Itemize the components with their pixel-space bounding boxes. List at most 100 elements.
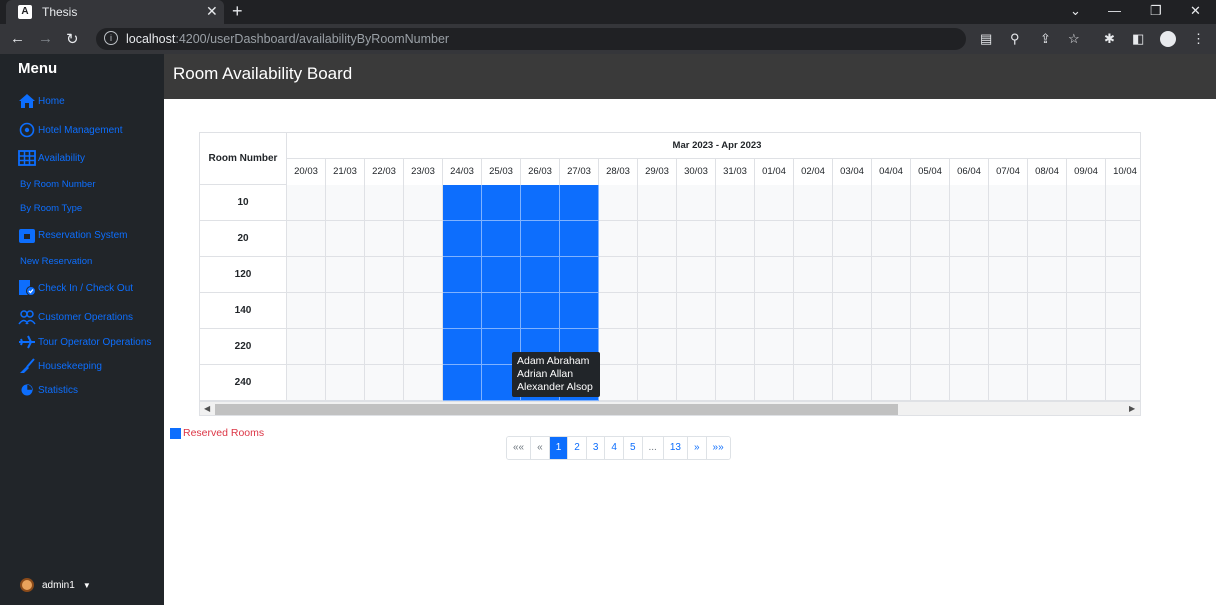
- availability-cell[interactable]: [1106, 329, 1140, 365]
- availability-cell[interactable]: [1067, 257, 1106, 293]
- availability-cell[interactable]: [911, 185, 950, 221]
- scrollbar-thumb[interactable]: [215, 404, 898, 415]
- availability-cell[interactable]: [950, 221, 989, 257]
- availability-cell[interactable]: [404, 329, 443, 365]
- availability-cell[interactable]: [872, 365, 911, 401]
- availability-cell[interactable]: [326, 293, 365, 329]
- side-panel-icon[interactable]: ◧: [1132, 31, 1144, 47]
- availability-cell[interactable]: [755, 257, 794, 293]
- reserved-cell[interactable]: [443, 329, 482, 365]
- address-bar[interactable]: i localhost:4200/userDashboard/availabil…: [96, 28, 966, 50]
- scroll-left-icon[interactable]: ◀: [204, 404, 210, 413]
- availability-cell[interactable]: [794, 365, 833, 401]
- availability-cell[interactable]: [677, 257, 716, 293]
- page-button[interactable]: 3: [586, 437, 606, 459]
- availability-cell[interactable]: [1106, 221, 1140, 257]
- sidebar-item-availability[interactable]: Availability: [18, 149, 85, 167]
- availability-cell[interactable]: [404, 365, 443, 401]
- reserved-cell[interactable]: [443, 185, 482, 221]
- sidebar-item-by-room-type[interactable]: By Room Type: [20, 203, 82, 214]
- availability-cell[interactable]: [1028, 329, 1067, 365]
- availability-cell[interactable]: [1067, 221, 1106, 257]
- new-tab-icon[interactable]: +: [232, 1, 243, 22]
- bookmark-star-icon[interactable]: ☆: [1068, 31, 1080, 47]
- availability-cell[interactable]: [1028, 365, 1067, 401]
- availability-cell[interactable]: [833, 293, 872, 329]
- availability-cell[interactable]: [950, 185, 989, 221]
- availability-cell[interactable]: [911, 221, 950, 257]
- availability-cell[interactable]: [365, 293, 404, 329]
- availability-cell[interactable]: [677, 221, 716, 257]
- restore-icon[interactable]: ❐: [1150, 3, 1162, 19]
- reserved-cell[interactable]: [443, 257, 482, 293]
- availability-cell[interactable]: [638, 293, 677, 329]
- reserved-cell[interactable]: [521, 221, 560, 257]
- page-button[interactable]: 13: [663, 437, 688, 459]
- availability-cell[interactable]: [599, 185, 638, 221]
- page-button[interactable]: 1: [549, 437, 569, 459]
- availability-cell[interactable]: [677, 293, 716, 329]
- availability-cell[interactable]: [638, 329, 677, 365]
- availability-cell[interactable]: [1028, 185, 1067, 221]
- availability-cell[interactable]: [638, 185, 677, 221]
- availability-cell[interactable]: [989, 365, 1028, 401]
- availability-cell[interactable]: [872, 329, 911, 365]
- availability-cell[interactable]: [677, 185, 716, 221]
- availability-cell[interactable]: [326, 365, 365, 401]
- availability-cell[interactable]: [872, 293, 911, 329]
- availability-cell[interactable]: [287, 221, 326, 257]
- availability-cell[interactable]: [1067, 329, 1106, 365]
- reserved-cell[interactable]: [560, 293, 599, 329]
- tab-close-icon[interactable]: ✕: [206, 3, 218, 20]
- availability-cell[interactable]: [716, 221, 755, 257]
- zoom-icon[interactable]: ⚲: [1010, 31, 1020, 47]
- availability-cell[interactable]: [287, 257, 326, 293]
- availability-cell[interactable]: [794, 293, 833, 329]
- availability-cell[interactable]: [404, 221, 443, 257]
- sidebar-item-check-in-out[interactable]: Check In / Check Out: [18, 279, 133, 297]
- close-window-icon[interactable]: ✕: [1190, 3, 1201, 19]
- availability-cell[interactable]: [1067, 185, 1106, 221]
- availability-cell[interactable]: [911, 329, 950, 365]
- first-page-button[interactable]: ««: [507, 437, 532, 459]
- availability-cell[interactable]: [794, 257, 833, 293]
- availability-cell[interactable]: [1028, 257, 1067, 293]
- availability-cell[interactable]: [365, 365, 404, 401]
- availability-cell[interactable]: [1106, 293, 1140, 329]
- availability-cell[interactable]: [599, 293, 638, 329]
- availability-cell[interactable]: [365, 221, 404, 257]
- availability-cell[interactable]: [1106, 185, 1140, 221]
- availability-cell[interactable]: [833, 257, 872, 293]
- profile-icon[interactable]: [1160, 31, 1176, 47]
- availability-cell[interactable]: [1106, 257, 1140, 293]
- reserved-cell[interactable]: [521, 257, 560, 293]
- availability-cell[interactable]: [755, 329, 794, 365]
- availability-cell[interactable]: [638, 365, 677, 401]
- availability-cell[interactable]: [794, 329, 833, 365]
- browser-tab[interactable]: A Thesis ✕: [6, 0, 224, 24]
- reserved-cell[interactable]: [443, 293, 482, 329]
- availability-cell[interactable]: [911, 365, 950, 401]
- availability-cell[interactable]: [755, 185, 794, 221]
- availability-cell[interactable]: [989, 185, 1028, 221]
- sidebar-item-tour-operator-operations[interactable]: Tour Operator Operations: [18, 333, 151, 351]
- sidebar-item-new-reservation[interactable]: New Reservation: [20, 256, 92, 267]
- availability-cell[interactable]: [950, 329, 989, 365]
- availability-cell[interactable]: [365, 185, 404, 221]
- availability-cell[interactable]: [755, 221, 794, 257]
- sidebar-item-statistics[interactable]: Statistics: [18, 381, 78, 399]
- sidebar-item-housekeeping[interactable]: Housekeeping: [18, 357, 102, 375]
- availability-cell[interactable]: [989, 257, 1028, 293]
- availability-cell[interactable]: [989, 293, 1028, 329]
- browser-menu-icon[interactable]: ⋮: [1192, 31, 1205, 47]
- availability-cell[interactable]: [872, 257, 911, 293]
- sidebar-item-home[interactable]: Home: [18, 92, 65, 110]
- availability-cell[interactable]: [599, 257, 638, 293]
- availability-cell[interactable]: [794, 185, 833, 221]
- reserved-cell[interactable]: [560, 185, 599, 221]
- availability-cell[interactable]: [677, 329, 716, 365]
- availability-cell[interactable]: [287, 185, 326, 221]
- availability-cell[interactable]: [950, 293, 989, 329]
- availability-cell[interactable]: [833, 329, 872, 365]
- reserved-cell[interactable]: [443, 221, 482, 257]
